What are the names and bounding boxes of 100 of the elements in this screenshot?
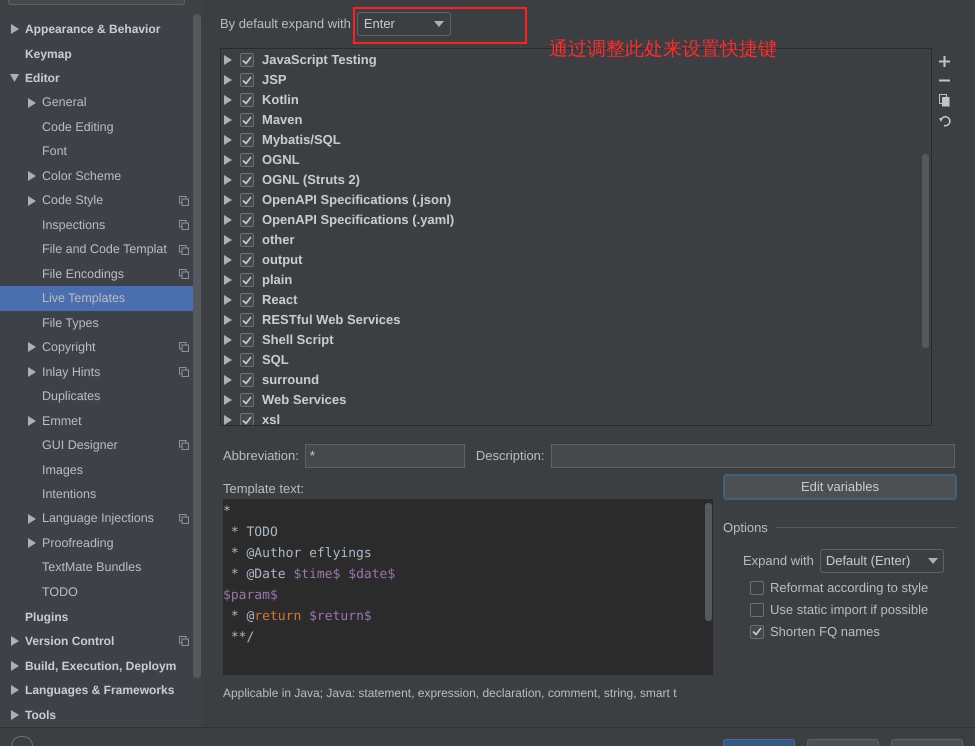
sidebar-item[interactable]: Inlay Hints (0, 360, 193, 384)
sidebar-item[interactable]: Language Injections (0, 506, 193, 532)
collapsed-arrow-icon[interactable] (10, 685, 19, 696)
sidebar-item[interactable]: Images (0, 458, 193, 482)
checkbox[interactable] (240, 313, 254, 327)
collapsed-arrow-icon[interactable] (27, 342, 36, 352)
collapsed-arrow-icon[interactable] (27, 514, 36, 524)
template-group-row[interactable]: RESTful Web Services (221, 310, 922, 330)
copy-icon[interactable] (939, 94, 950, 107)
checkbox[interactable] (240, 73, 254, 87)
template-group-row[interactable]: OpenAPI Specifications (.yaml) (221, 210, 922, 230)
sidebar-item[interactable]: File and Code Templat (0, 237, 193, 262)
sidebar-item[interactable]: Tools (0, 702, 193, 727)
template-group-row[interactable]: Maven (221, 110, 922, 130)
abbreviation-field[interactable]: * (304, 444, 465, 468)
checkbox-label[interactable]: Use static import if possible (770, 600, 928, 620)
sidebar-item[interactable]: TODO (0, 580, 193, 605)
template-group-row[interactable]: OpenAPI Specifications (.json) (221, 190, 922, 210)
sidebar-item[interactable]: Proofreading (0, 531, 193, 556)
sidebar-item[interactable]: File Encodings (0, 262, 193, 286)
checkbox[interactable] (240, 333, 254, 347)
collapsed-arrow-icon[interactable] (223, 295, 232, 305)
template-group-row[interactable]: xsl (221, 410, 922, 425)
template-group-row[interactable]: Web Services (221, 390, 922, 410)
template-group-row[interactable]: OGNL (Struts 2) (221, 170, 922, 190)
template-group-row[interactable]: SQL (221, 350, 922, 370)
checkbox[interactable] (240, 53, 254, 67)
collapsed-arrow-icon[interactable] (223, 375, 232, 385)
collapsed-arrow-icon[interactable] (10, 636, 19, 646)
collapsed-arrow-icon[interactable] (223, 55, 232, 65)
sidebar-item[interactable]: Editor (0, 66, 193, 90)
collapsed-arrow-icon[interactable] (27, 366, 36, 377)
checkbox[interactable] (750, 602, 764, 616)
checkbox[interactable] (240, 353, 254, 367)
checkbox[interactable] (240, 393, 254, 407)
checkbox[interactable] (750, 624, 764, 638)
sidebar-item[interactable]: TextMate Bundles (0, 556, 193, 580)
expanded-arrow-icon[interactable] (10, 73, 19, 84)
collapsed-arrow-icon[interactable] (223, 355, 232, 365)
sidebar-item[interactable]: Languages & Frameworks (0, 678, 193, 702)
scrollbar[interactable] (193, 14, 201, 678)
sidebar-item[interactable]: Code Style (0, 188, 193, 213)
collapsed-arrow-icon[interactable] (223, 175, 232, 185)
checkbox[interactable] (240, 113, 254, 127)
collapsed-arrow-icon[interactable] (10, 24, 19, 34)
sidebar-item[interactable]: Appearance & Behavior (0, 16, 193, 42)
template-group-row[interactable]: Kotlin (221, 90, 922, 110)
sidebar-item[interactable]: File Types (0, 310, 193, 336)
collapsed-arrow-icon[interactable] (223, 395, 232, 405)
scrollbar[interactable] (922, 154, 929, 348)
sidebar-item[interactable]: Intentions (0, 482, 193, 507)
collapsed-arrow-icon[interactable] (223, 135, 232, 145)
sidebar-item[interactable]: Plugins (0, 604, 193, 630)
collapsed-arrow-icon[interactable] (27, 98, 36, 108)
sidebar-item[interactable]: Copyright (0, 335, 193, 360)
collapsed-arrow-icon[interactable] (27, 171, 36, 182)
sidebar-item[interactable]: Font (0, 139, 193, 164)
sidebar-item[interactable]: Emmet (0, 408, 193, 434)
sidebar-item[interactable]: Duplicates (0, 384, 193, 409)
checkbox[interactable] (240, 273, 254, 287)
checkbox[interactable] (240, 413, 254, 425)
expand-with-dropdown[interactable]: Default (Enter) (820, 548, 944, 572)
undo-icon[interactable] (938, 115, 950, 127)
checkbox[interactable] (240, 293, 254, 307)
collapsed-arrow-icon[interactable] (223, 195, 232, 205)
collapsed-arrow-icon[interactable] (223, 75, 232, 85)
checkbox[interactable] (750, 580, 764, 594)
checkbox[interactable] (240, 153, 254, 167)
collapsed-arrow-icon[interactable] (27, 416, 36, 426)
checkbox-label[interactable]: Reformat according to style (770, 578, 928, 598)
template-group-row[interactable]: Mybatis/SQL (221, 130, 922, 150)
sidebar-item[interactable]: Color Scheme (0, 164, 193, 188)
sidebar-item[interactable]: GUI Designer (0, 433, 193, 458)
collapsed-arrow-icon[interactable] (223, 415, 232, 425)
template-editor[interactable]: * * TODO * @Author eflyings * @Date $time$ $date$ $param$ * @return $return$ **/ (223, 499, 713, 675)
search-field[interactable] (8, 0, 185, 5)
add-icon[interactable] (939, 56, 950, 67)
collapsed-arrow-icon[interactable] (10, 660, 19, 671)
checkbox[interactable] (240, 253, 254, 267)
collapsed-arrow-icon[interactable] (10, 710, 19, 720)
collapsed-arrow-icon[interactable] (223, 215, 232, 225)
template-group-row[interactable]: Shell Script (221, 330, 922, 350)
template-group-row[interactable]: OGNL (221, 150, 922, 170)
checkbox[interactable] (240, 133, 254, 147)
template-group-row[interactable]: other (221, 230, 922, 250)
edit-variables-button[interactable]: Edit variables (723, 474, 957, 500)
description-field[interactable] (550, 444, 955, 468)
collapsed-arrow-icon[interactable] (27, 538, 36, 548)
checkbox[interactable] (240, 373, 254, 387)
collapsed-arrow-icon[interactable] (223, 255, 232, 265)
collapsed-arrow-icon[interactable] (223, 95, 232, 105)
sidebar-item[interactable]: Code Editing (0, 114, 193, 140)
collapsed-arrow-icon[interactable] (223, 275, 232, 285)
collapsed-arrow-icon[interactable] (223, 235, 232, 245)
scrollbar[interactable] (705, 503, 712, 621)
sidebar-item[interactable]: Keymap (0, 41, 193, 66)
checkbox[interactable] (240, 233, 254, 247)
collapsed-arrow-icon[interactable] (223, 335, 232, 345)
checkbox-label[interactable]: Shorten FQ names (770, 622, 880, 642)
template-group-row[interactable]: plain (221, 270, 922, 290)
